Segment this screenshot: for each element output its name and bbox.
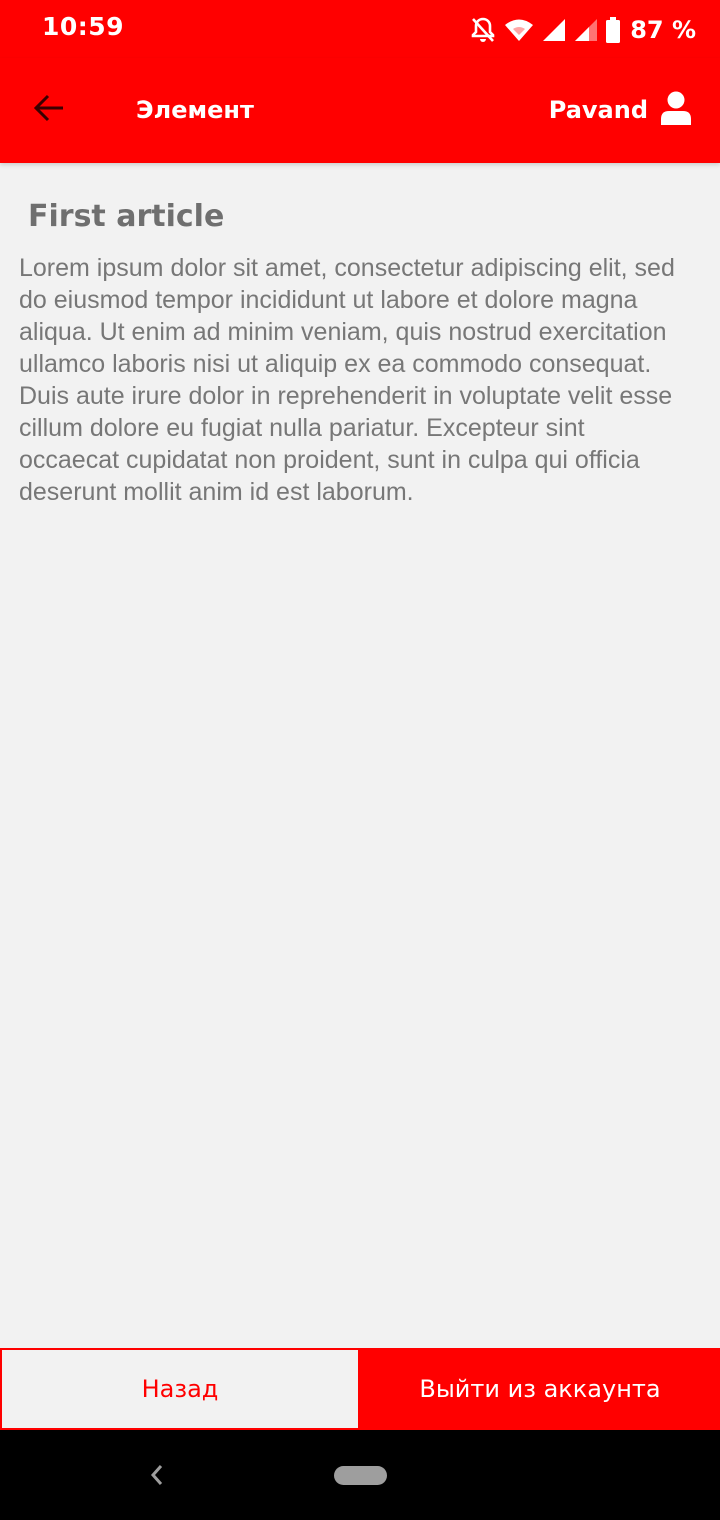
back-arrow-button[interactable]: [22, 83, 76, 137]
person-icon: [660, 91, 692, 129]
bottom-action-bar: Назад Выйти из аккаунта: [0, 1348, 720, 1430]
signal-icon: [574, 18, 598, 42]
screen: 10:59 87 % Элемент Pavand First article …: [0, 0, 720, 1520]
wifi-icon: [504, 18, 534, 42]
battery-level: 87 %: [630, 16, 696, 44]
status-bar: 10:59 87 %: [0, 0, 720, 58]
user-name: Pavand: [548, 96, 648, 124]
article-title: First article: [28, 199, 225, 234]
signal-icon: [542, 18, 566, 42]
nav-home-pill[interactable]: [334, 1466, 387, 1485]
article-body: Lorem ipsum dolor sit amet, consectetur …: [19, 254, 675, 506]
user-profile-button[interactable]: Pavand: [549, 88, 692, 132]
app-bar: Элемент Pavand: [0, 58, 720, 163]
logout-button[interactable]: Выйти из аккаунта: [360, 1348, 720, 1430]
status-icons: 87 %: [470, 14, 696, 46]
status-time: 10:59: [42, 12, 125, 41]
nav-back-icon[interactable]: [146, 1463, 170, 1487]
system-nav-bar: [0, 1430, 720, 1520]
battery-icon: [606, 17, 621, 43]
page-title: Элемент: [136, 96, 254, 124]
arrow-left-icon: [33, 94, 65, 126]
back-button[interactable]: Назад: [0, 1348, 360, 1430]
bell-off-icon: [470, 16, 496, 44]
